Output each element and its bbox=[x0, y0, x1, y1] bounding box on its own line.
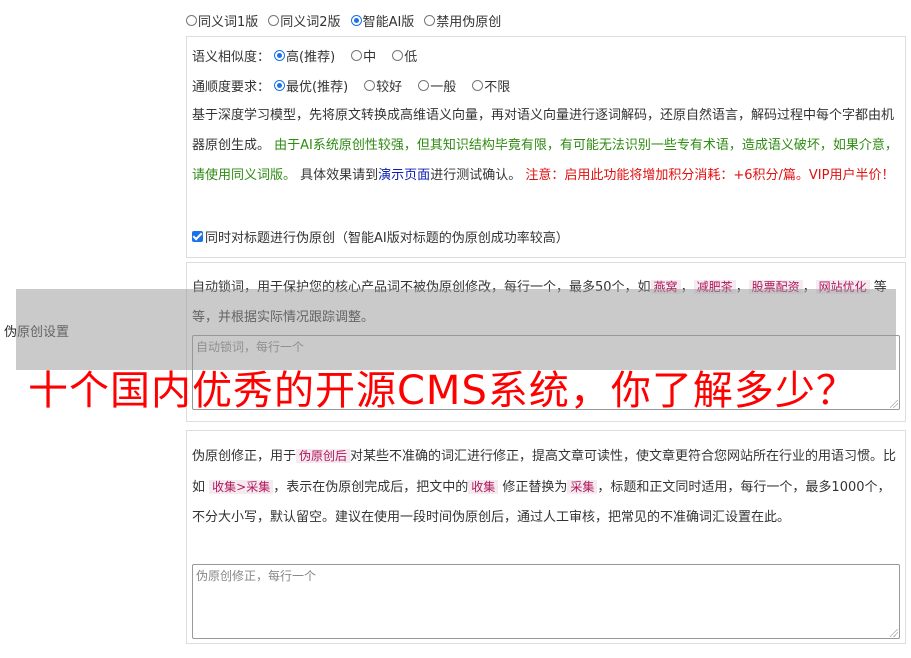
mode-option-synonym-2[interactable]: 同义词2版 bbox=[268, 11, 341, 30]
correction-panel: 伪原创修正，用于 伪原创后 对某些不准确的词汇进行修正，提高文章可读性，使文章更符合… bbox=[186, 430, 906, 644]
similarity-row: 语义相似度： 高(推荐) 中 低 bbox=[192, 46, 899, 65]
radio-icon bbox=[424, 14, 436, 26]
title-checkbox-row[interactable]: 同时对标题进行伪原创（智能AI版对标题的伪原创成功率较高） bbox=[192, 227, 899, 246]
radio-icon bbox=[392, 50, 404, 61]
checkbox-checked-icon[interactable] bbox=[192, 231, 203, 242]
correction-keyword: 收集 bbox=[468, 480, 499, 494]
correction-placeholder: 伪原创修正，每行一个 bbox=[196, 569, 317, 583]
fluency-row: 通顺度要求： 最优(推荐) 较好 一般 不限 bbox=[192, 76, 899, 95]
watermark-banner-title: 十个国内优秀的开源CMS系统，你了解多少？ bbox=[28, 368, 857, 414]
mode-option-ai[interactable]: 智能AI版 bbox=[350, 11, 414, 30]
correction-textarea[interactable]: 伪原创修正，每行一个 bbox=[192, 564, 900, 639]
radio-icon bbox=[351, 50, 363, 61]
demo-page-link[interactable]: 演示页面 bbox=[378, 168, 430, 183]
radio-selected-icon bbox=[274, 80, 286, 91]
similarity-label: 语义相似度： bbox=[192, 50, 271, 65]
fluency-normal[interactable]: 一般 bbox=[418, 76, 456, 95]
correction-keyword: 采集 bbox=[567, 480, 598, 494]
similarity-medium[interactable]: 中 bbox=[351, 46, 376, 65]
radio-icon bbox=[472, 80, 484, 91]
fluency-any[interactable]: 不限 bbox=[472, 76, 510, 95]
mode-option-synonym-1[interactable]: 同义词1版 bbox=[186, 11, 258, 30]
fluency-label: 通顺度要求： bbox=[192, 80, 271, 95]
radio-selected-icon bbox=[274, 50, 286, 61]
correction-keyword: 收集>采集 bbox=[209, 480, 274, 494]
banner-overlay bbox=[16, 289, 896, 370]
ai-description: 基于深度学习模型，先将原文转换成高维语义向量，再对语义向量进行逐词解码，还原自然… bbox=[192, 108, 898, 183]
mode-radio-group: 同义词1版 同义词2版 智能AI版 禁用伪原创 bbox=[186, 10, 511, 30]
resize-handle-icon[interactable] bbox=[890, 629, 898, 637]
ai-settings-panel: 语义相似度： 高(推荐) 中 低 通顺度要求： 最优(推荐) 较好 一般 不限 … bbox=[186, 36, 906, 258]
similarity-high[interactable]: 高(推荐) bbox=[274, 46, 335, 65]
radio-icon bbox=[186, 14, 197, 26]
radio-icon bbox=[268, 14, 280, 26]
resize-handle-icon[interactable] bbox=[890, 400, 898, 408]
radio-selected-icon bbox=[350, 14, 362, 26]
correction-description: 伪原创修正，用于 伪原创后 对某些不准确的词汇进行修正，提高文章可读性，使文章更符合… bbox=[192, 449, 897, 525]
radio-icon bbox=[418, 80, 430, 91]
radio-icon bbox=[364, 80, 376, 91]
fluency-best[interactable]: 最优(推荐) bbox=[274, 76, 348, 95]
fluency-good[interactable]: 较好 bbox=[364, 76, 402, 95]
mode-option-disable[interactable]: 禁用伪原创 bbox=[424, 11, 501, 30]
points-notice: 注意：启用此功能将增加积分消耗：+6积分/篇。VIP用户半价！ bbox=[525, 168, 895, 183]
similarity-low[interactable]: 低 bbox=[392, 46, 417, 65]
correction-keyword: 伪原创后 bbox=[296, 449, 351, 463]
title-checkbox-label: 同时对标题进行伪原创（智能AI版对标题的伪原创成功率较高） bbox=[205, 231, 569, 246]
